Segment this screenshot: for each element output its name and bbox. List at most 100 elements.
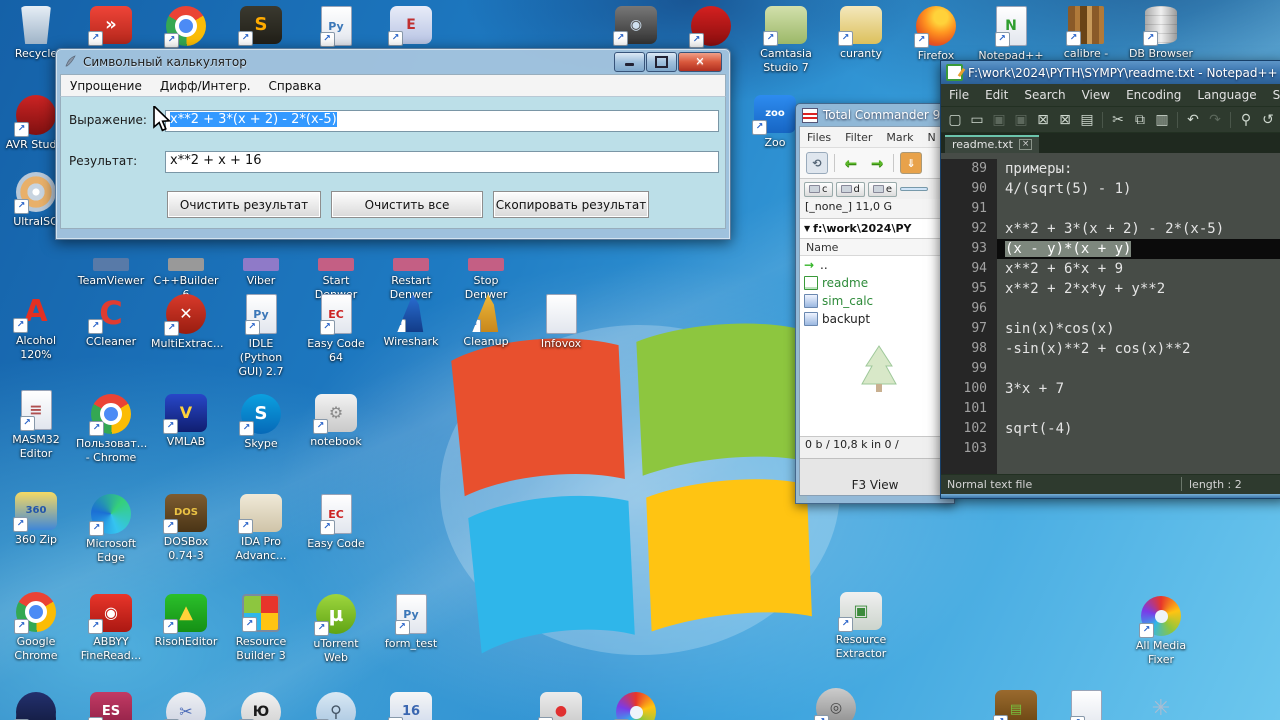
menu-language[interactable]: Language xyxy=(1189,86,1264,104)
editor-line-89[interactable]: 89 примеры: xyxy=(941,159,1280,179)
desktop-icon-stop-denwer[interactable]: Stop Denwer xyxy=(451,233,521,302)
desktop-icon-teamviewer[interactable]: TeamViewer xyxy=(76,233,146,288)
desktop-icon-firefox[interactable]: ↗ Firefox xyxy=(901,6,971,63)
f3-view-button[interactable]: F3 View xyxy=(852,478,899,492)
editor-line-98[interactable]: 98 -sin(x)**2 + cos(x)**2 xyxy=(941,339,1280,359)
menu-mark[interactable]: Mark xyxy=(879,129,920,146)
notepadpp-titlebar[interactable]: F:\work\2024\PYTH\SYMPY\readme.txt - Not… xyxy=(941,61,1280,84)
desktop-icon-globe-16-app[interactable]: 16↗ xyxy=(376,692,446,720)
desktop-icon-abbyy-finereader[interactable]: ◉ ↗ ABBYY FineRead... xyxy=(76,594,146,663)
desktop-icon-form-test[interactable]: Py ↗ form_test xyxy=(376,594,446,651)
desktop-icon-user-chrome[interactable]: ↗ Пользоват... - Chrome xyxy=(76,394,147,465)
file-row-[interactable]: →.. xyxy=(800,256,950,274)
desktop-icon-red-creature[interactable]: ↗ xyxy=(676,6,746,48)
desktop-icon-skype[interactable]: S ↗ Skype xyxy=(226,394,296,451)
desktop-icon-all-media-fixer[interactable]: ↗ All Media Fixer xyxy=(1126,596,1196,667)
folder-down-icon[interactable]: ⇓ xyxy=(900,152,922,174)
file-row-backupt[interactable]: backupt xyxy=(800,310,950,328)
menu-files[interactable]: Files xyxy=(800,129,838,146)
file-row-sim_calc[interactable]: sim_calc xyxy=(800,292,950,310)
desktop-icon-webcam[interactable]: ◉ ↗ xyxy=(601,6,671,46)
desktop-icon-alcohol-120[interactable]: A ↗ Alcohol 120% xyxy=(1,293,71,362)
clear-result-button[interactable]: Очистить результат xyxy=(167,191,321,218)
desktop-icon-resource-builder[interactable]: ↗ Resource Builder 3 xyxy=(226,594,296,663)
desktop-icon-atom-app[interactable]: ✳ xyxy=(1126,690,1196,720)
clear-all-button[interactable]: Очистить все xyxy=(331,191,483,218)
total-commander-window[interactable]: Total Commander 9.0 Files Filter Mark N ⟲ ←… xyxy=(795,103,955,504)
editor-line-93[interactable]: 93 (x - y)*(x + y) xyxy=(941,239,1280,259)
desktop-icon-infovox[interactable]: Infovox xyxy=(526,294,596,351)
maximize-button[interactable] xyxy=(646,51,677,72)
desktop-icon-anydesk[interactable]: » ↗ xyxy=(76,6,146,46)
editor-line-97[interactable]: 97 sin(x)*cos(x) xyxy=(941,319,1280,339)
notepad-plus-plus-window[interactable]: F:\work\2024\PYTH\SYMPY\readme.txt - Not… xyxy=(940,60,1280,499)
print-icon[interactable]: ▤ xyxy=(1077,112,1097,128)
desktop-icon-utorrent-web[interactable]: µ ↗ uTorrent Web xyxy=(301,594,371,665)
menu-edit[interactable]: Edit xyxy=(977,86,1016,104)
desktop-icon-idle-python[interactable]: Py ↗ IDLE (Python GUI) 2.7 xyxy=(226,294,296,379)
desktop-icon-uyu-app[interactable]: Ю↗ xyxy=(226,692,296,720)
desktop-icon-start-denwer[interactable]: Start Denwer xyxy=(301,233,371,302)
desktop-icon-chest-app[interactable]: ▤↗ xyxy=(981,690,1051,720)
editor-line-101[interactable]: 101 xyxy=(941,399,1280,419)
close-icon[interactable]: ⊠ xyxy=(1033,112,1053,128)
desktop-icon-chrome-shortcut[interactable]: ↗ xyxy=(151,6,221,48)
expression-input[interactable]: x**2 + 3*(x + 2) - 2*(x-5) xyxy=(165,110,719,132)
copy-result-button[interactable]: Скопировать результат xyxy=(493,191,649,218)
editor-line-91[interactable]: 91 xyxy=(941,199,1280,219)
desktop-icon-masm32-editor[interactable]: ≡ ↗ MASM32 Editor xyxy=(1,390,71,461)
file-row-readme[interactable]: readme xyxy=(800,274,950,292)
desktop-icon-color-ball-app[interactable]: ↗ xyxy=(601,692,671,720)
desktop-icon-multiextractor[interactable]: ✕ ↗ MultiExtrac... xyxy=(151,294,223,351)
drive-button-d[interactable]: d xyxy=(835,181,865,197)
desktop-icon-magnifier-app[interactable]: ⚲↗ xyxy=(301,692,371,720)
desktop-icon-cleanup[interactable]: ↗ Cleanup xyxy=(451,294,521,349)
editor-line-95[interactable]: 95 x**2 + 2*x*y + y**2 xyxy=(941,279,1280,299)
desktop-icon-microsoft-edge[interactable]: ↗ Microsoft Edge xyxy=(76,494,146,565)
copy-icon[interactable]: ⧉ xyxy=(1130,112,1150,128)
editor-line-102[interactable]: 102 sqrt(-4) xyxy=(941,419,1280,439)
drive-button-partial[interactable] xyxy=(900,187,929,191)
desktop-icon-risoheditor[interactable]: ▲ ↗ RisohEditor xyxy=(151,594,221,649)
search-icon[interactable]: ⚲ xyxy=(1236,112,1256,128)
menu-settings[interactable]: Settings xyxy=(1265,86,1280,104)
tab-readme-txt[interactable]: readme.txt × xyxy=(945,135,1040,153)
desktop-icon-db-browser[interactable]: ↗ DB Browser xyxy=(1126,6,1196,61)
desktop-icon-wireshark[interactable]: ↗ Wireshark xyxy=(376,294,446,349)
desktop-icon-vmlab[interactable]: V ↗ VMLAB xyxy=(151,394,221,449)
forward-arrow-icon[interactable]: → xyxy=(867,153,887,173)
desktop-icon-google-chrome[interactable]: ↗ Google Chrome xyxy=(1,592,71,663)
close-button[interactable]: ✕ xyxy=(678,51,722,72)
menu-search[interactable]: Search xyxy=(1016,86,1073,104)
editor-line-94[interactable]: 94 x**2 + 6*x + 9 xyxy=(941,259,1280,279)
desktop-icon-easy-code[interactable]: EC ↗ Easy Code xyxy=(301,494,371,551)
menu-упрощение[interactable]: Упрощение xyxy=(61,77,151,95)
function-key-bar[interactable]: F3 View xyxy=(800,458,950,495)
menu-filter[interactable]: Filter xyxy=(838,129,879,146)
desktop-icon-camtasia-studio[interactable]: ↗ Camtasia Studio 7 xyxy=(751,6,821,75)
desktop-icon-easy-code-64[interactable]: EC ↗ Easy Code 64 xyxy=(301,294,371,365)
undo-icon[interactable]: ↶ xyxy=(1183,112,1203,128)
path-dropdown-icon[interactable]: ▼ xyxy=(804,224,810,233)
desktop-icon-ida-pro[interactable]: ↗ IDA Pro Advanc... xyxy=(226,494,296,563)
desktop-icon-resource-extractor[interactable]: ▣ ↗ Resource Extractor xyxy=(826,592,896,661)
name-column-header[interactable]: Name xyxy=(800,239,950,256)
desktop-icon-notebook[interactable]: ⚙ ↗ notebook xyxy=(301,394,371,449)
tab-close-icon[interactable]: × xyxy=(1018,139,1033,150)
open-icon[interactable]: ▭ xyxy=(967,112,987,128)
drive-button-c[interactable]: c xyxy=(804,181,833,197)
editor-line-99[interactable]: 99 xyxy=(941,359,1280,379)
desktop-icon-doc-app[interactable]: ↗ xyxy=(1051,690,1121,720)
close-all-icon[interactable]: ⊠ xyxy=(1055,112,1075,128)
text-editor[interactable]: 89 примеры: 90 4/(sqrt(5) - 1) 91 92 x**2 + 3*… xyxy=(941,153,1280,474)
desktop-icon-cpp-builder-6[interactable]: C++Builder 6 xyxy=(151,233,221,302)
desktop-icon-e-editor[interactable]: E ↗ xyxy=(376,6,446,46)
desktop-icon-curanty[interactable]: ↗ curanty xyxy=(826,6,896,61)
desktop-icon-viber[interactable]: Viber xyxy=(226,233,296,288)
desktop-icon-sublime-text[interactable]: S ↗ xyxy=(226,6,296,46)
desktop-icon-python-doc[interactable]: Py ↗ xyxy=(301,6,371,47)
desktop-icon-ccleaner[interactable]: C ↗ CCleaner xyxy=(76,294,146,349)
menu-справка[interactable]: Справка xyxy=(260,77,331,95)
menu-encoding[interactable]: Encoding xyxy=(1118,86,1189,104)
desktop-icon-restart-denwer[interactable]: Restart Denwer xyxy=(376,233,446,302)
